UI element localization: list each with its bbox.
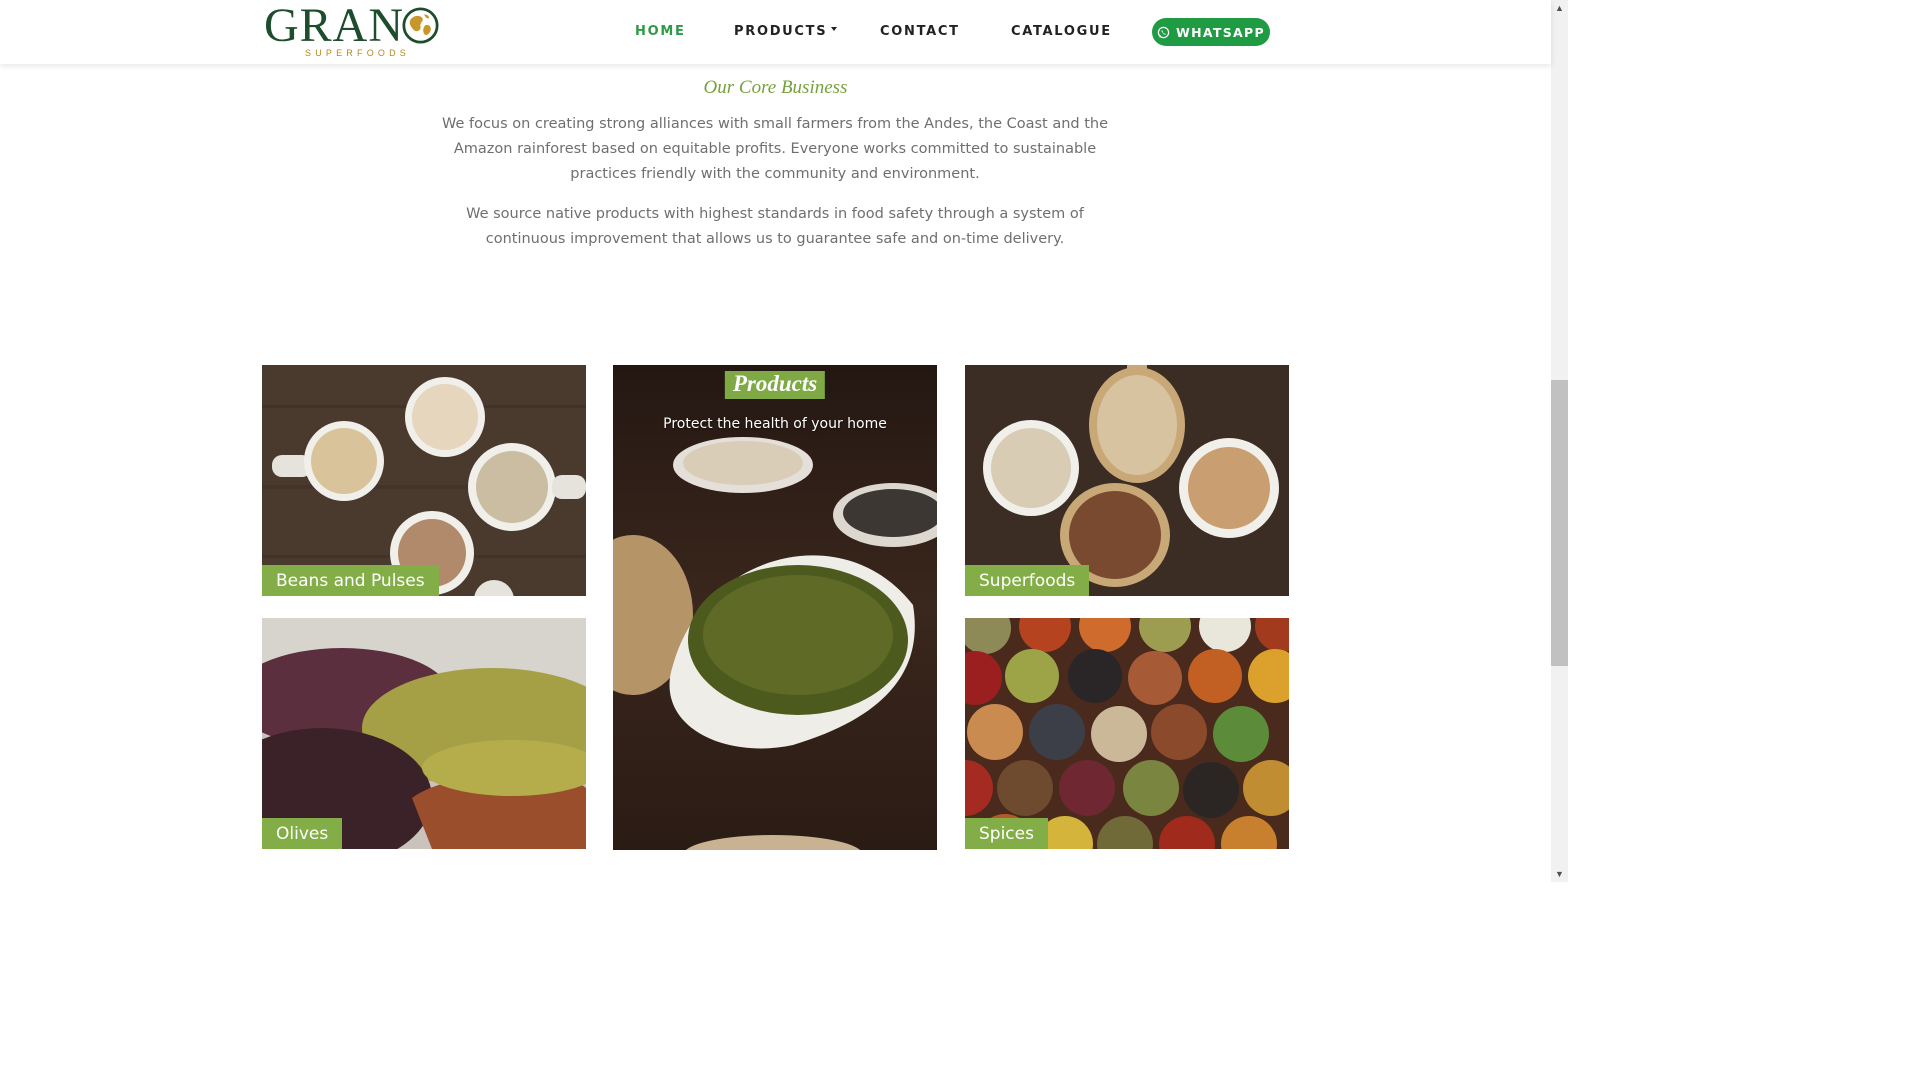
olives-photo xyxy=(262,618,586,849)
chevron-down-icon[interactable] xyxy=(831,27,837,31)
beans-photo xyxy=(262,365,586,596)
products-feature-tile[interactable]: Products Protect the health of your home xyxy=(613,365,937,850)
superfoods-photo xyxy=(965,365,1289,596)
whatsapp-label: WHATSAPP xyxy=(1176,24,1265,40)
products-subtitle: Protect the health of your home xyxy=(663,416,887,432)
product-tile-spices[interactable]: Spices xyxy=(965,618,1289,849)
main-nav: HOME PRODUCTS CONTACT CATALOGUE WHATSAPP xyxy=(0,0,1551,64)
nav-home[interactable]: HOME xyxy=(635,24,686,39)
spices-photo xyxy=(965,618,1289,849)
tile-label-beans: Beans and Pulses xyxy=(262,565,439,596)
whatsapp-icon xyxy=(1157,26,1170,38)
nav-catalogue[interactable]: CATALOGUE xyxy=(1011,24,1112,39)
product-tile-olives[interactable]: Olives xyxy=(262,618,586,849)
product-tile-beans[interactable]: Beans and Pulses xyxy=(262,365,586,596)
page-scrollbar[interactable]: ▲ ▼ xyxy=(1551,0,1568,882)
site-header: GRANO SUPERFOODS HOME PRODUCTS CONTACT C… xyxy=(0,0,1551,64)
whatsapp-button[interactable]: WHATSAPP xyxy=(1152,18,1270,46)
section-title: Our Core Business xyxy=(703,77,848,98)
scroll-up-icon[interactable]: ▲ xyxy=(1551,0,1568,16)
product-tile-superfoods[interactable]: Superfoods xyxy=(965,365,1289,596)
tile-label-spices: Spices xyxy=(965,818,1048,849)
products-heading: Products xyxy=(724,371,826,399)
products-photo xyxy=(613,365,937,850)
tile-label-olives: Olives xyxy=(262,818,343,849)
about-paragraph-2: We source native products with highest s… xyxy=(466,206,1084,247)
scroll-down-icon[interactable]: ▼ xyxy=(1551,866,1568,882)
nav-products[interactable]: PRODUCTS xyxy=(734,24,827,39)
about-paragraph-1: We focus on creating strong alliances wi… xyxy=(441,116,1109,182)
scroll-thumb[interactable] xyxy=(1551,380,1568,666)
tile-label-superfoods: Superfoods xyxy=(965,565,1090,596)
nav-contact[interactable]: CONTACT xyxy=(880,24,960,39)
